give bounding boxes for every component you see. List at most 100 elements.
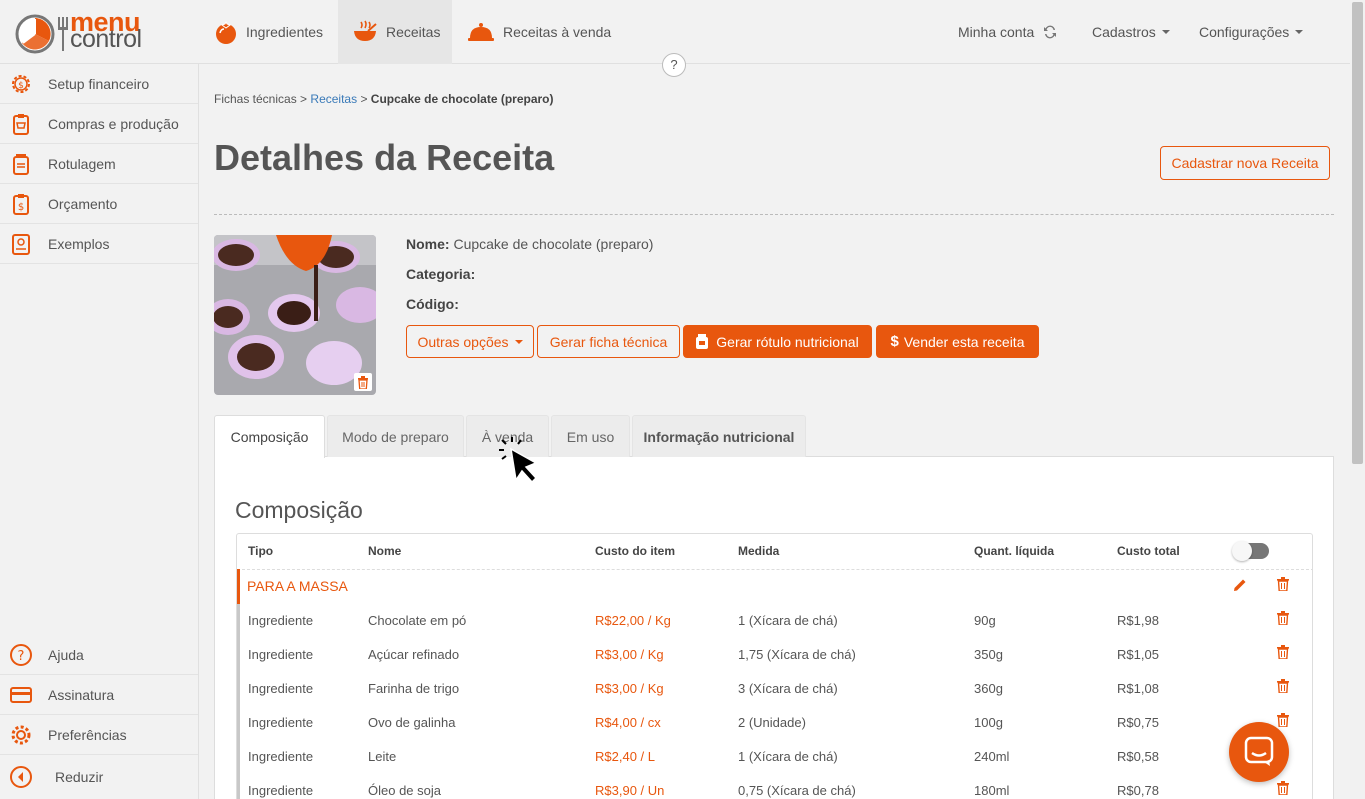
cell-total: R$0,75 xyxy=(1117,715,1159,730)
cell-cost[interactable]: R$4,00 / cx xyxy=(595,715,661,730)
tab-em-uso[interactable]: Em uso xyxy=(551,415,630,457)
more-options-button[interactable]: Outras opções xyxy=(406,325,534,358)
recipe-code-label: Código: xyxy=(406,296,459,312)
recipe-code-line: Código: xyxy=(406,296,459,312)
tab-composicao[interactable]: Composição xyxy=(214,415,325,458)
composition-title: Composição xyxy=(235,497,363,523)
sidebar-item-setup-financeiro[interactable]: $ Setup financeiro xyxy=(0,64,198,104)
column-header: Tipo xyxy=(248,544,274,558)
cloche-icon xyxy=(467,21,495,43)
cell-measure: 0,75 (Xícara de chá) xyxy=(738,783,856,798)
chat-support-button[interactable] xyxy=(1229,722,1289,782)
sync-icon xyxy=(1042,24,1058,40)
nav-receitas-venda-label: Receitas à venda xyxy=(503,24,612,40)
column-header: Medida xyxy=(738,544,780,558)
group-name[interactable]: PARA A MASSA xyxy=(247,578,348,594)
cell-cost[interactable]: R$3,90 / Un xyxy=(595,783,664,798)
cell-name[interactable]: Farinha de trigo xyxy=(368,681,459,696)
menu-control-logo[interactable]: menu control xyxy=(14,9,154,54)
trash-icon[interactable] xyxy=(1277,781,1291,796)
sidebar-item-label: Compras e produção xyxy=(48,115,179,132)
nav-receitas[interactable]: Receitas xyxy=(338,0,452,64)
cell-cost[interactable]: R$3,00 / Kg xyxy=(595,681,664,696)
trash-icon[interactable] xyxy=(354,373,372,391)
cell-qty: 350g xyxy=(974,647,1003,662)
examples-book-icon xyxy=(9,232,33,256)
recipe-name-line: Nome: Cupcake de chocolate (preparo) xyxy=(406,236,653,252)
sidebar-item-rotulagem[interactable]: Rotulagem xyxy=(0,144,198,184)
mouse-pointer-icon xyxy=(498,436,548,489)
cell-measure: 1 (Xícara de chá) xyxy=(738,613,838,628)
nav-receitas-venda[interactable]: Receitas à venda xyxy=(453,0,625,64)
cell-name[interactable]: Chocolate em pó xyxy=(368,613,466,628)
breadcrumb-link-receitas[interactable]: Receitas xyxy=(310,92,357,106)
nav-minha-conta-label: Minha conta xyxy=(958,24,1035,40)
jar-icon xyxy=(696,334,709,349)
pencil-icon[interactable] xyxy=(1233,578,1247,592)
recipe-photo[interactable] xyxy=(214,235,376,395)
nav-ingredientes[interactable]: Ingredientes xyxy=(200,0,337,64)
trash-icon[interactable] xyxy=(1277,645,1291,660)
trash-icon[interactable] xyxy=(1277,679,1291,694)
nav-configuracoes[interactable]: Configurações xyxy=(1185,0,1317,64)
breadcrumb-current: Cupcake de chocolate (preparo) xyxy=(370,92,554,106)
trash-icon[interactable] xyxy=(1277,577,1291,592)
toggle-switch[interactable] xyxy=(1232,541,1269,561)
sidebar-item-label: Setup financeiro xyxy=(48,75,150,92)
sell-recipe-button[interactable]: $ Vender esta receita xyxy=(876,325,1039,358)
sidebar-item-ajuda[interactable]: ? Ajuda xyxy=(0,635,198,675)
chevron-down-icon xyxy=(514,339,523,344)
cell-name[interactable]: Açúcar refinado xyxy=(368,647,459,662)
cell-type: Ingrediente xyxy=(248,647,314,662)
new-recipe-button[interactable]: Cadastrar nova Receita xyxy=(1160,146,1330,180)
breadcrumb-fichas: Fichas técnicas xyxy=(214,92,297,106)
generate-sheet-button[interactable]: Gerar ficha técnica xyxy=(537,325,680,358)
top-header: menu control Ingredientes Receitas Recei… xyxy=(0,0,1350,77)
nav-receitas-label: Receitas xyxy=(386,24,441,40)
cell-total: R$1,05 xyxy=(1117,647,1159,662)
cell-type: Ingrediente xyxy=(248,783,314,798)
cell-cost[interactable]: R$2,40 / L xyxy=(595,749,655,764)
cell-qty: 360g xyxy=(974,681,1003,696)
chevron-down-icon xyxy=(1295,30,1304,34)
cell-total: R$0,78 xyxy=(1117,783,1159,798)
budget-clipboard-icon: $ xyxy=(9,192,33,216)
sidebar-item-preferencias[interactable]: Preferências xyxy=(0,715,198,755)
nav-cadastros[interactable]: Cadastros xyxy=(1078,0,1184,64)
nav-minha-conta[interactable]: Minha conta xyxy=(944,0,1072,64)
scrollbar-thumb[interactable] xyxy=(1352,2,1363,464)
help-icon: ? xyxy=(9,643,33,667)
cell-type: Ingrediente xyxy=(248,715,314,730)
toggle-knob xyxy=(1232,541,1252,561)
cell-measure: 3 (Xícara de chá) xyxy=(738,681,838,696)
sidebar-item-reduzir[interactable]: Reduzir xyxy=(0,757,198,797)
title-divider xyxy=(214,214,1334,215)
sidebar-item-exemplos[interactable]: Exemplos xyxy=(0,224,198,264)
page-scrollbar[interactable] xyxy=(1350,0,1365,799)
sidebar-item-compras-producao[interactable]: Compras e produção xyxy=(0,104,198,144)
sidebar-item-orcamento[interactable]: $ Orçamento xyxy=(0,184,198,224)
cell-cost[interactable]: R$3,00 / Kg xyxy=(595,647,664,662)
nutrition-label-text: Gerar rótulo nutricional xyxy=(716,333,859,350)
help-button[interactable]: ? xyxy=(662,53,686,77)
trash-icon[interactable] xyxy=(1277,611,1291,626)
group-bar-muted xyxy=(237,604,240,799)
tab-modo-preparo[interactable]: Modo de preparo xyxy=(327,415,464,457)
sidebar-item-label: Assinatura xyxy=(48,686,115,703)
tab-informacao-nutricional[interactable]: Informação nutricional xyxy=(632,415,806,457)
cell-qty: 100g xyxy=(974,715,1003,730)
label-jar-icon xyxy=(9,152,33,176)
sidebar-item-label: Rotulagem xyxy=(48,155,116,172)
recipe-name-label: Nome: xyxy=(406,236,450,252)
trash-icon[interactable] xyxy=(1277,713,1291,728)
nutrition-label-button[interactable]: Gerar rótulo nutricional xyxy=(683,325,872,358)
cell-name[interactable]: Leite xyxy=(368,749,396,764)
sidebar-item-assinatura[interactable]: Assinatura xyxy=(0,675,198,715)
cell-name[interactable]: Ovo de galinha xyxy=(368,715,455,730)
cell-cost[interactable]: R$22,00 / Kg xyxy=(595,613,671,628)
cooking-pot-icon xyxy=(352,20,378,44)
cell-type: Ingrediente xyxy=(248,681,314,696)
cell-name[interactable]: Óleo de soja xyxy=(368,783,441,798)
svg-text:$: $ xyxy=(18,81,24,91)
cell-total: R$1,08 xyxy=(1117,681,1159,696)
